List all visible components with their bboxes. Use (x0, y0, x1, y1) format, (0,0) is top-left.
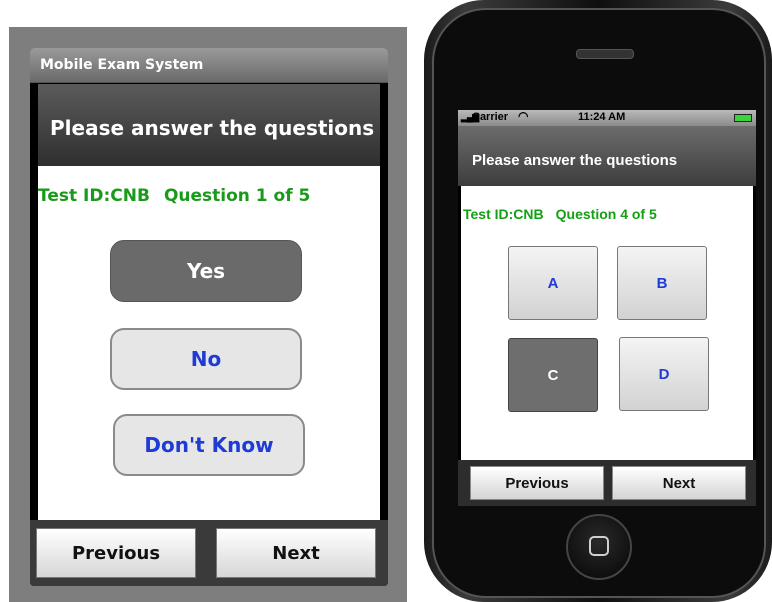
carrier-label: Carrier (472, 111, 509, 123)
answer-a-button[interactable]: A (508, 246, 598, 320)
clock: 11:24 AM (578, 111, 626, 123)
wifi-icon: ◠ (518, 110, 529, 123)
question-status: Test ID:CNB Question 4 of 5 (463, 206, 753, 222)
answer-d-button[interactable]: D (619, 337, 709, 411)
answer-yes-button[interactable]: Yes (110, 240, 302, 302)
test-id-label: Test ID:CNB (38, 186, 150, 206)
previous-button[interactable]: Previous (470, 466, 604, 500)
app-title: Mobile Exam System (40, 57, 204, 73)
answer-c-button[interactable]: C (508, 338, 598, 412)
home-square-icon (589, 536, 609, 556)
ios-status-bar: ▂▄▆ Carrier ◠ 11:24 AM (458, 110, 756, 126)
iphone-nav-bar: Previous Next (458, 460, 756, 506)
android-content: Test ID:CNB Question 1 of 5 Yes No Don't … (38, 166, 380, 520)
header-title: Please answer the questions (50, 116, 375, 140)
next-button[interactable]: Next (216, 528, 376, 578)
next-button[interactable]: Next (612, 466, 746, 500)
answer-dont-know-button[interactable]: Don't Know (113, 414, 305, 476)
test-id-label: Test ID:CNB (463, 206, 544, 222)
iphone-screen: ▂▄▆ Carrier ◠ 11:24 AM Please answer the… (458, 110, 756, 506)
question-progress: Question 4 of 5 (555, 206, 657, 222)
speaker-grille (576, 49, 634, 59)
previous-button[interactable]: Previous (36, 528, 196, 578)
iphone-header: Please answer the questions (458, 126, 756, 186)
android-header: Please answer the questions (38, 84, 380, 166)
android-title-bar: Mobile Exam System (30, 48, 388, 83)
battery-icon (734, 114, 752, 122)
question-status: Test ID:CNB Question 1 of 5 (38, 186, 380, 206)
android-nav-bar: Previous Next (30, 520, 388, 586)
answer-b-button[interactable]: B (617, 246, 707, 320)
answer-no-button[interactable]: No (110, 328, 302, 390)
iphone-content: Test ID:CNB Question 4 of 5 A B C D (461, 186, 753, 460)
question-progress: Question 1 of 5 (163, 186, 311, 206)
android-screen: Mobile Exam System Please answer the que… (30, 48, 388, 586)
home-button[interactable] (566, 514, 632, 580)
header-title: Please answer the questions (472, 152, 678, 169)
